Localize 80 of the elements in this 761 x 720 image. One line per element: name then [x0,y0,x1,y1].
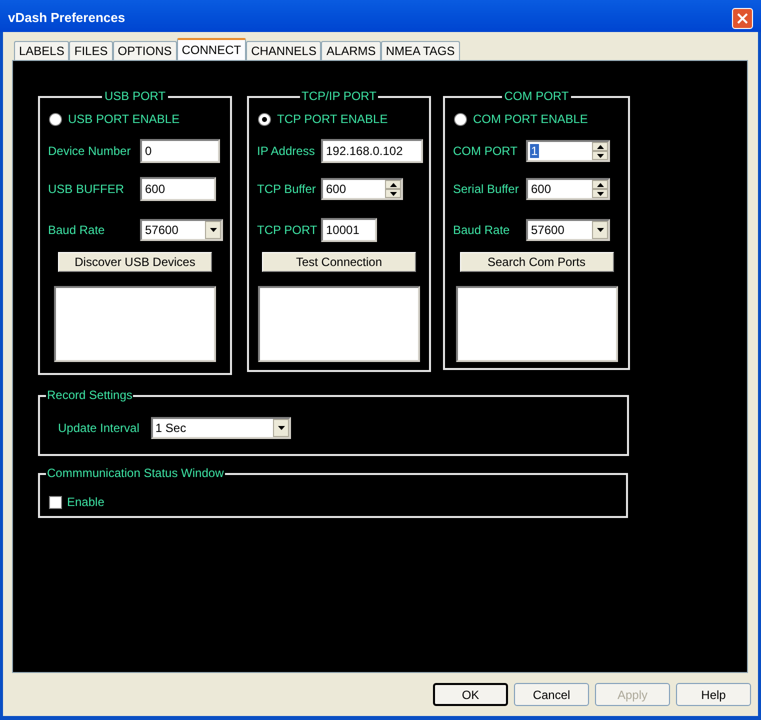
field-label: USB BUFFER [48,182,124,196]
dialog-button[interactable]: OK [433,683,508,706]
dropdown-button[interactable] [273,419,290,437]
group-title: TCP/IP PORT [300,89,378,103]
field-label: Serial Buffer [453,182,519,196]
field-value: 600 [144,182,166,196]
checkbox-label: Enable [67,494,104,511]
field-value: 57600 [144,223,180,237]
field-label: IP Address [257,144,315,158]
spin-up-button[interactable] [592,180,608,189]
text-field[interactable]: 10001 [321,218,377,242]
list-box[interactable] [258,286,420,362]
field-label: Baud Rate [453,223,510,237]
spin-down-button[interactable] [385,189,401,198]
group-title: USB PORT [102,89,168,103]
field-label: COM PORT [453,144,518,158]
radio-label: COM PORT ENABLE [473,111,588,128]
down-arrow-icon [278,426,285,430]
up-arrow-icon [596,144,604,148]
dropdown[interactable]: 57600 [140,219,223,241]
close-button[interactable] [732,8,753,28]
tab[interactable]: LABELS [14,41,70,60]
spin-down-button[interactable] [592,189,608,198]
field-value: 1 [530,144,539,158]
down-arrow-icon [596,192,604,196]
action-button[interactable]: Discover USB Devices [58,252,212,272]
list-box[interactable] [54,286,216,362]
field-value: 1 Sec [155,420,186,437]
text-field[interactable]: 0 [140,139,220,163]
up-arrow-icon [390,182,396,186]
tab[interactable]: ALARMS [321,41,381,60]
dialog-button[interactable]: Help [676,683,751,706]
tab[interactable]: CONNECT [176,38,246,60]
spin-down-button[interactable] [592,151,608,160]
field-label: Update Interval [58,420,140,437]
spin-field[interactable]: 600 [321,178,403,200]
list-box[interactable] [456,286,618,362]
down-arrow-icon [210,228,216,232]
text-field[interactable]: 192.168.0.102 [321,139,423,163]
spin-field[interactable]: 600 [526,178,610,200]
field-value: 192.168.0.102 [325,144,404,158]
action-button[interactable]: Search Com Ports [460,252,614,272]
field-label: TCP PORT [257,223,318,237]
checkbox[interactable] [49,496,62,508]
spin-up-button[interactable] [592,142,608,151]
up-arrow-icon [596,182,604,186]
field-label: TCP Buffer [257,182,316,196]
radio-button[interactable] [258,112,271,126]
down-arrow-icon [596,228,604,232]
radio-label: USB PORT ENABLE [68,111,180,128]
field-value: 600 [530,182,552,196]
group-title: Commmunication Status Window [46,466,225,480]
group-title: COM PORT [502,89,571,103]
dropdown[interactable]: 57600 [526,219,610,241]
tab[interactable]: FILES [69,41,113,60]
field-label: Device Number [48,144,131,158]
tab[interactable]: CHANNELS [246,41,322,60]
group-title: Record Settings [46,388,134,402]
radio-button[interactable] [454,112,467,126]
field-value: 0 [144,144,153,158]
action-button[interactable]: Test Connection [262,252,416,272]
spin-field[interactable]: 1 [526,140,610,162]
down-arrow-icon [596,154,604,158]
close-icon [737,12,748,24]
text-field[interactable]: 600 [140,177,216,201]
field-value: 57600 [530,223,566,237]
radio-label: TCP PORT ENABLE [277,111,388,128]
dialog-button[interactable]: Cancel [514,683,589,706]
dropdown[interactable]: 1 Sec [151,417,292,439]
tab[interactable]: NMEA TAGS [380,41,460,60]
dropdown-button[interactable] [592,221,608,239]
field-value: 10001 [325,223,360,237]
tab[interactable]: OPTIONS [112,41,177,60]
spin-up-button[interactable] [385,180,401,189]
field-value: 600 [325,182,348,196]
field-label: Baud Rate [48,223,105,237]
radio-button[interactable] [49,112,62,126]
down-arrow-icon [390,192,396,196]
window-title: vDash Preferences [8,9,126,28]
dropdown-button[interactable] [205,221,221,239]
